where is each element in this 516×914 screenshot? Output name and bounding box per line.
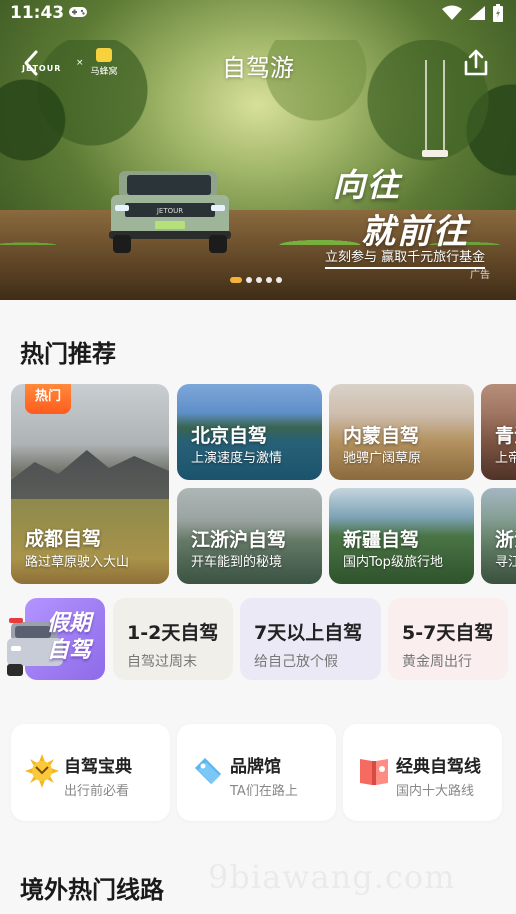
card-subtitle: 国内Top级旅行地 (343, 555, 443, 570)
signal-icon (469, 6, 485, 20)
card-title: 成都自驾 (25, 528, 102, 550)
tool-subtitle: 出行前必看 (64, 784, 130, 799)
duration-subtitle: 自驾过周末 (127, 654, 197, 670)
carousel-dot (246, 277, 252, 283)
app-root: JETOUR 向往 就前往 立刻参与 赢取千元旅行基金 广告 11:43 JET… (0, 0, 516, 914)
duration-card-7plus-days[interactable]: 7天以上自驾 给自己放个假 (240, 598, 381, 680)
holiday-drive-button[interactable]: 假期 自驾 (7, 598, 105, 680)
destination-card-zhejiang[interactable]: 浙江自驾 寻江南烟雨 (481, 488, 516, 584)
share-icon[interactable] (462, 48, 490, 78)
destination-card-beijing[interactable]: 北京自驾 上演速度与激情 (177, 384, 322, 480)
card-subtitle: 开车能到的秘境 (191, 555, 283, 570)
card-title: 浙江自驾 (495, 529, 516, 551)
card-subtitle: 上帝的调色盘 (495, 451, 516, 466)
destination-card-chengdu[interactable]: 热门 成都自驾 路过草原驶入大山 (11, 384, 169, 584)
tag-icon (195, 758, 221, 784)
tool-classic-routes[interactable]: 经典自驾线 国内十大路线 (343, 724, 502, 821)
tool-title: 经典自驾线 (396, 757, 481, 777)
card-title: 新疆自驾 (343, 529, 420, 551)
carousel-dot (276, 277, 282, 283)
destination-card-jiangzhehu[interactable]: 江浙沪自驾 开车能到的秘境 (177, 488, 322, 584)
hot-badge: 热门 (25, 384, 71, 414)
svg-text:JETOUR: JETOUR (156, 207, 183, 215)
watermark: 9biawang.com (208, 858, 456, 896)
destination-card-xinjiang[interactable]: 新疆自驾 国内Top级旅行地 (329, 488, 474, 584)
tool-title: 品牌馆 (230, 757, 281, 777)
card-title: 江浙沪自驾 (191, 529, 287, 551)
holiday-label-line1: 假期 (47, 611, 92, 636)
duration-title: 5-7天自驾 (402, 622, 494, 644)
carousel-dot-active (230, 277, 242, 283)
battery-icon (493, 4, 503, 22)
top-nav: JETOUR × 马蜂窝 自驾游 (0, 40, 516, 86)
sun-book-icon (25, 754, 59, 788)
duration-card-1-2days[interactable]: 1-2天自驾 自驾过周末 (113, 598, 233, 680)
slogan-line1: 向往 (333, 166, 402, 204)
section-title-overseas: 境外热门线路 (20, 876, 164, 904)
card-title: 内蒙自驾 (343, 425, 420, 447)
status-bar: 11:43 (0, 0, 516, 26)
carousel-indicator (230, 277, 282, 283)
card-title: 青海自驾 (495, 425, 516, 447)
suv-image: JETOUR (109, 171, 231, 253)
status-time: 11:43 (10, 3, 65, 23)
banner-slogan: 向往 就前往 (333, 160, 469, 253)
tool-subtitle: TA们在路上 (230, 784, 298, 799)
card-subtitle: 寻江南烟雨 (495, 555, 516, 570)
duration-title: 1-2天自驾 (127, 622, 219, 644)
wifi-icon (442, 5, 462, 20)
card-subtitle: 路过草原驶入大山 (25, 555, 130, 570)
duration-title: 7天以上自驾 (254, 622, 363, 644)
tool-brand-hall[interactable]: 品牌馆 TA们在路上 (177, 724, 336, 821)
page-title: 自驾游 (222, 54, 294, 82)
duration-subtitle: 黄金周出行 (402, 654, 472, 670)
route-book-icon (360, 759, 388, 785)
holiday-label-line2: 自驾 (47, 638, 92, 663)
mountain-image (11, 450, 169, 504)
gamepad-icon (69, 7, 87, 17)
destination-card-qinghai[interactable]: 青海自驾 上帝的调色盘 (481, 384, 516, 480)
holiday-label: 假期 自驾 (47, 610, 91, 664)
duration-subtitle: 给自己放个假 (254, 654, 338, 670)
card-subtitle: 上演速度与激情 (191, 451, 283, 466)
duration-card-5-7days[interactable]: 5-7天自驾 黄金周出行 (388, 598, 508, 680)
tool-subtitle: 国内十大路线 (396, 784, 475, 799)
section-title-hot: 热门推荐 (20, 340, 116, 368)
ad-label: 广告 (470, 270, 490, 281)
tool-title: 自驾宝典 (64, 757, 132, 777)
tool-driving-guide[interactable]: 自驾宝典 出行前必看 (11, 724, 170, 821)
card-title: 北京自驾 (191, 425, 268, 447)
card-subtitle: 驰骋广阔草原 (343, 451, 422, 466)
destination-card-neimeng[interactable]: 内蒙自驾 驰骋广阔草原 (329, 384, 474, 480)
banner-subtitle: 立刻参与 赢取千元旅行基金 (325, 246, 486, 269)
carousel-dot (256, 277, 262, 283)
carousel-dot (266, 277, 272, 283)
